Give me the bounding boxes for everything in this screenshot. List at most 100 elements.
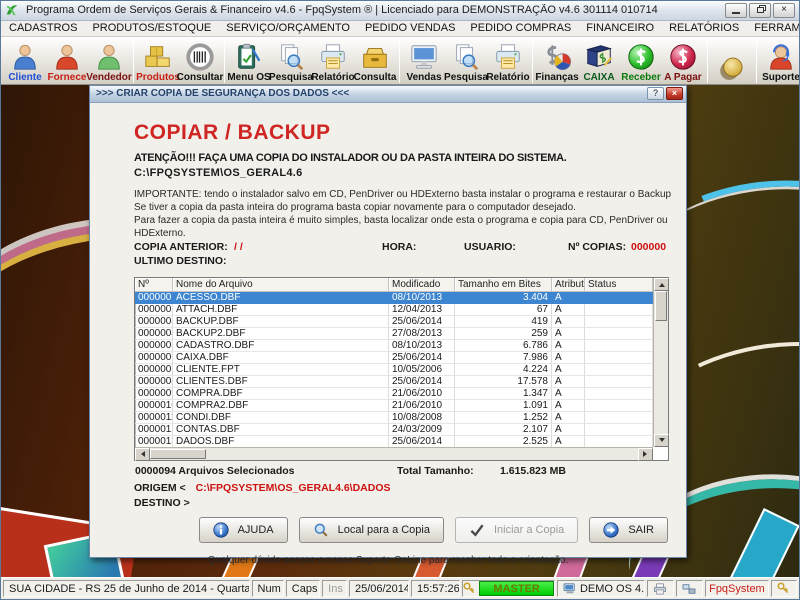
- toolbar-suporte-button[interactable]: Suporte: [760, 38, 800, 84]
- toolbar-separator: [133, 39, 134, 83]
- dialog-help-button[interactable]: ?: [647, 87, 664, 100]
- clipboard-icon: [234, 41, 264, 72]
- menu-item[interactable]: PEDIDO VENDAS: [365, 22, 455, 34]
- table-row[interactable]: 0000006 CAIXA.DBF 25/06/2014 7.986 A: [135, 352, 653, 364]
- copia-anterior-value: / /: [234, 241, 243, 253]
- status-date: 25/06/2014: [349, 580, 409, 597]
- status-printer-panel[interactable]: [647, 580, 674, 597]
- table-row[interactable]: 0000005 CADASTRO.DBF 08/10/2013 6.786 A: [135, 340, 653, 352]
- table-row[interactable]: 0000002 ATTACH.DBF 12/04/2013 67 A: [135, 304, 653, 316]
- status-network-panel[interactable]: [676, 580, 703, 597]
- scroll-right-button[interactable]: [638, 448, 653, 461]
- close-button[interactable]: ×: [773, 3, 795, 18]
- total-size-label: Total Tamanho:: [397, 465, 474, 477]
- vertical-scrollbar[interactable]: [653, 278, 668, 447]
- attention-text: ATENÇÃO!!! FAÇA UMA COPIA DO INSTALADOR …: [134, 152, 567, 164]
- menu-item[interactable]: FINANCEIRO: [586, 22, 654, 34]
- table-row[interactable]: 0000007 CLIENTE.FPT 10/05/2006 4.224 A: [135, 364, 653, 376]
- dialog-close-button[interactable]: ×: [666, 87, 683, 100]
- menu-item[interactable]: SERVIÇO/ORÇAMENTO: [226, 22, 350, 34]
- window-title: Programa Ordem de Serviços Gerais & Fina…: [22, 4, 725, 16]
- menu-item[interactable]: CADASTROS: [9, 22, 77, 34]
- toolbar-pesquisa-vendas-button[interactable]: Pesquisa: [445, 38, 487, 84]
- dollar-pie-chart-icon: [542, 41, 572, 72]
- sair-button[interactable]: SAIR: [589, 517, 668, 543]
- barcode-icon: [185, 41, 215, 72]
- key-icon: [463, 582, 476, 595]
- restore-icon: [757, 7, 764, 13]
- table-row[interactable]: 0000011 CONDI.DBF 10/08/2008 1.252 A: [135, 412, 653, 424]
- toolbar-separator: [532, 39, 533, 83]
- table-row[interactable]: 0000004 BACKUP2.DBF 27/08/2013 259 A: [135, 328, 653, 340]
- horizontal-scroll-thumb[interactable]: [150, 449, 206, 459]
- toolbar-caixa-button[interactable]: CAIXA: [578, 38, 620, 84]
- restore-button[interactable]: [749, 3, 771, 18]
- table-row[interactable]: 0000001 ACESSO.DBF 08/10/2013 3.404 A: [135, 292, 653, 304]
- toolbar-moedas-button[interactable]: [711, 38, 753, 84]
- toolbar-pesquisa-os-button[interactable]: Pesquisa: [270, 38, 312, 84]
- ajuda-button[interactable]: AJUDA: [199, 517, 288, 543]
- dialog-heading: COPIAR / BACKUP: [134, 121, 331, 145]
- menu-item[interactable]: PEDIDO COMPRAS: [470, 22, 571, 34]
- toolbar-separator: [756, 39, 757, 83]
- origem-label: ORIGEM <: [134, 482, 186, 494]
- local-para-copia-button[interactable]: Local para a Copia: [299, 517, 444, 543]
- magnifier-icon: [313, 522, 329, 538]
- dialog-title: >>> CRIAR COPIA DE SEGURANÇA DOS DADOS <…: [93, 88, 645, 99]
- toolbar-vendas-button[interactable]: Vendas: [403, 38, 445, 84]
- status-num: Num: [252, 580, 284, 597]
- arrow-down-icon: [659, 438, 665, 445]
- toolbar-a-pagar-button[interactable]: A Pagar: [662, 38, 704, 84]
- iniciar-copia-button[interactable]: Iniciar a Copia: [455, 517, 578, 543]
- copia-anterior-label: COPIA ANTERIOR:: [134, 241, 228, 253]
- client-area: >>> CRIAR COPIA DE SEGURANÇA DOS DADOS <…: [1, 85, 799, 577]
- status-brand: FpqSystem: [705, 580, 769, 597]
- arrow-right-circle-icon: [603, 522, 619, 538]
- toolbar-financas-button[interactable]: Finanças: [536, 38, 578, 84]
- destino-label: DESTINO >: [134, 497, 190, 509]
- scroll-down-button[interactable]: [654, 434, 669, 447]
- printer-icon: [653, 583, 667, 595]
- toolbar-relatorio-vendas-button[interactable]: Relatório: [487, 38, 529, 84]
- vertical-scroll-thumb[interactable]: [655, 291, 667, 321]
- horizontal-scrollbar[interactable]: [135, 447, 653, 460]
- table-row[interactable]: 0000003 BACKUP.DBF 25/06/2014 419 A: [135, 316, 653, 328]
- menu-item[interactable]: RELATÓRIOS: [669, 22, 739, 34]
- col-header-size: Tamanho em Bites: [455, 278, 552, 292]
- scroll-left-button[interactable]: [135, 448, 150, 461]
- note-line: Para fazer a copia da pasta inteira é mu…: [134, 214, 686, 240]
- usuario-label: USUARIO:: [464, 241, 516, 253]
- search-documents-icon: [276, 41, 306, 72]
- status-caps: Caps: [286, 580, 320, 597]
- toolbar-menu-os-button[interactable]: Menu OS: [228, 38, 270, 84]
- table-row[interactable]: 0000008 CLIENTES.DBF 25/06/2014 17.578 A: [135, 376, 653, 388]
- hora-label: HORA:: [382, 241, 416, 253]
- monitor-icon: [409, 41, 439, 72]
- minimize-button[interactable]: [725, 3, 747, 18]
- toolbar-relatorio-os-button[interactable]: Relatório: [312, 38, 354, 84]
- menu-bar: CADASTROS PRODUTOS/ESTOQUE SERVIÇO/ORÇAMEN…: [1, 21, 799, 37]
- printer-icon: [318, 41, 348, 72]
- client-person-icon: [10, 41, 40, 72]
- toolbar-consulta-button[interactable]: Consulta: [354, 38, 396, 84]
- scroll-up-button[interactable]: [654, 278, 669, 291]
- toolbar-cliente-button[interactable]: Cliente: [4, 38, 46, 84]
- file-drawer-icon: [360, 41, 390, 72]
- col-header-modified: Modificado: [389, 278, 455, 292]
- status-key-panel[interactable]: [771, 580, 797, 597]
- toolbar-separator: [707, 39, 708, 83]
- toolbar-consultar-button[interactable]: Consultar: [179, 38, 221, 84]
- table-row[interactable]: 0000009 COMPRA.DBF 21/06/2010 1.347 A: [135, 388, 653, 400]
- search-documents-icon: [451, 41, 481, 72]
- menu-item[interactable]: FERRAMENTAS: [754, 22, 800, 34]
- table-row[interactable]: 0000012 CONTAS.DBF 24/03/2009 2.107 A: [135, 424, 653, 436]
- system-path-text: C:\FPQSYSTEM\OS_GERAL4.6: [134, 167, 303, 179]
- toolbar-receber-button[interactable]: Receber: [620, 38, 662, 84]
- col-header-num: Nº: [135, 278, 173, 292]
- table-row[interactable]: 0000010 COMPRA2.DBF 21/06/2010 1.091 A: [135, 400, 653, 412]
- menu-item[interactable]: PRODUTOS/ESTOQUE: [92, 22, 211, 34]
- toolbar-fornecedor-button[interactable]: Fornece: [46, 38, 88, 84]
- toolbar-vendedor-button[interactable]: Vendedor: [88, 38, 130, 84]
- app-window: Programa Ordem de Serviços Gerais & Fina…: [0, 0, 800, 600]
- toolbar-produtos-button[interactable]: Produtos: [137, 38, 179, 84]
